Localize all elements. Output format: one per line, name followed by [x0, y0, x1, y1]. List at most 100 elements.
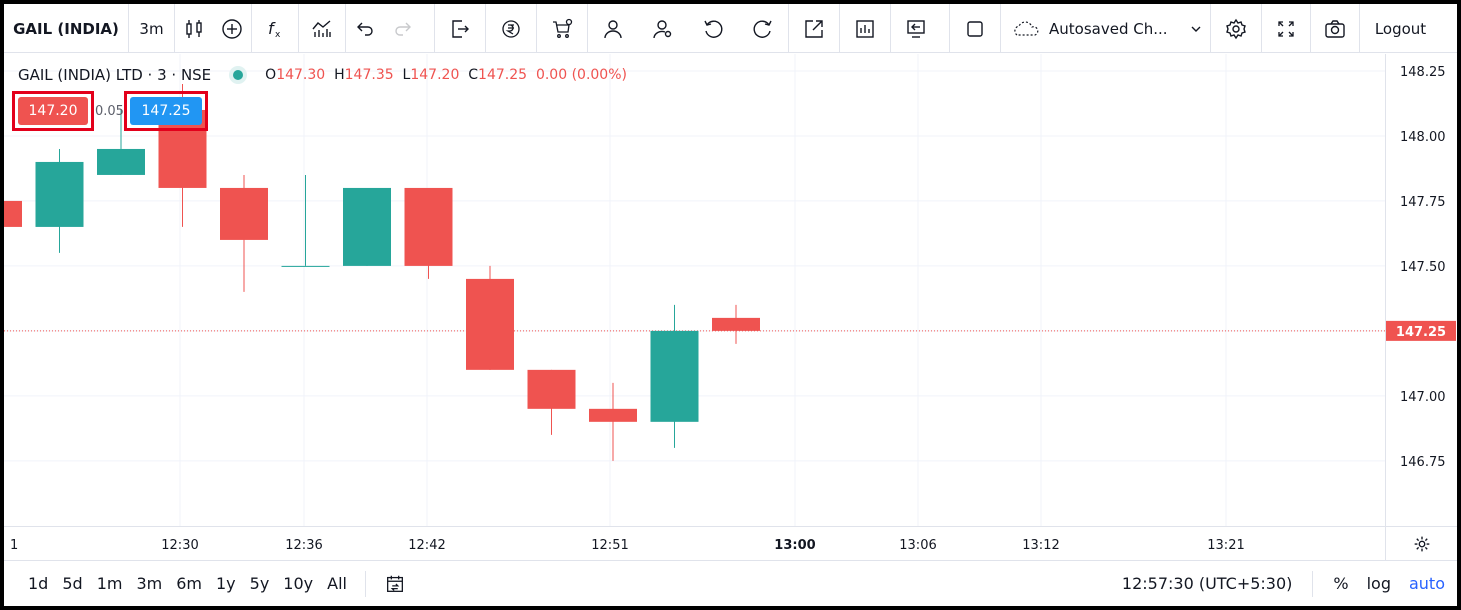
gear-icon — [1226, 18, 1246, 39]
user-settings-icon — [653, 19, 672, 38]
sell-highlight: 147.20 — [12, 91, 94, 131]
refresh-button[interactable] — [738, 4, 788, 53]
popout-button[interactable] — [789, 4, 839, 53]
candle-body — [466, 278, 514, 370]
redo-icon — [395, 22, 411, 36]
bottom-toolbar: 1d 5d 1m 3m 6m 1y 5y 10y All 12:57:30 (U… — [4, 560, 1457, 606]
chart-type-button[interactable] — [175, 4, 213, 53]
range-all[interactable]: All — [327, 574, 347, 593]
fx-icon: fx — [268, 19, 281, 40]
time-tick: 13:00 — [774, 538, 815, 553]
candlestick-chart[interactable] — [4, 54, 1385, 526]
time-tick-edge: 1 — [10, 538, 18, 553]
price-tick: 147.75 — [1400, 195, 1446, 210]
fullscreen-button[interactable] — [1262, 4, 1310, 53]
candle — [343, 187, 391, 266]
spread-value: 0.05 — [95, 104, 124, 119]
undo-button[interactable] — [346, 4, 384, 53]
time-tick: 13:12 — [1022, 538, 1059, 553]
time-tick: 12:36 — [285, 538, 322, 553]
scale-settings-button[interactable] — [1385, 526, 1457, 560]
candle-body — [650, 330, 699, 422]
goto-date-icon[interactable] — [384, 573, 406, 595]
popout-icon — [805, 19, 823, 38]
range-5y[interactable]: 5y — [250, 574, 270, 593]
rupee-button[interactable] — [486, 4, 536, 53]
settings-button[interactable] — [1211, 4, 1261, 53]
fullscreen-icon — [1278, 20, 1294, 37]
time-scale[interactable]: 1 12:30 12:36 12:42 12:51 13:00 13:06 13:12 13:… — [4, 526, 1385, 560]
export-button[interactable] — [435, 4, 485, 53]
refresh-icon — [753, 20, 772, 38]
symbol-search-button[interactable]: GAIL (INDIA) — [4, 4, 129, 53]
legend-ohlc: O147.30 H147.35 L147.20 C147.25 0.00 (0.… — [265, 67, 627, 83]
buy-highlight: 147.25 — [124, 91, 208, 131]
templates-button[interactable] — [299, 4, 345, 53]
candles-icon — [186, 19, 202, 38]
range-6m[interactable]: 6m — [176, 574, 202, 593]
symbol-legend: GAIL (INDIA) LTD · 3 · NSE O147.30 H147.… — [18, 66, 627, 84]
open-label: O — [265, 67, 277, 83]
high-value: 147.35 — [344, 67, 394, 83]
account-button[interactable] — [588, 4, 638, 53]
range-1m[interactable]: 1m — [97, 574, 123, 593]
plus-circle-icon — [222, 18, 242, 39]
price-tick: 147.00 — [1400, 390, 1446, 405]
account-settings-button[interactable] — [638, 4, 688, 53]
price-tick: 148.00 — [1400, 130, 1446, 145]
market-status-dot — [233, 70, 244, 80]
close-value: 147.25 — [478, 67, 528, 83]
layout-name-label: Autosaved Ch... — [1049, 19, 1168, 38]
candle-body — [527, 369, 576, 409]
data-window-button[interactable] — [840, 4, 890, 53]
svg-text:x: x — [275, 30, 281, 40]
range-1d[interactable]: 1d — [28, 574, 48, 593]
screenshot-button[interactable] — [1311, 4, 1359, 53]
price-scale[interactable]: 148.25 148.00 147.75 147.50 147.25 147.00 146.… — [1385, 54, 1457, 526]
interval-button[interactable]: 3m — [129, 4, 175, 53]
candle — [220, 174, 268, 292]
candle — [404, 187, 453, 279]
time-tick: 12:51 — [591, 538, 628, 553]
screen-icon — [907, 19, 925, 38]
buy-button[interactable]: 147.25 — [130, 97, 202, 125]
export-icon — [452, 19, 469, 38]
layout-name-button[interactable]: Autosaved Ch... — [1001, 4, 1211, 53]
chart-templates-icon — [312, 19, 331, 37]
candle — [712, 304, 760, 344]
sell-button[interactable]: 147.20 — [18, 97, 88, 125]
range-5d[interactable]: 5d — [62, 574, 82, 593]
candle-body — [281, 265, 330, 267]
close-label: C — [468, 67, 479, 83]
cart-icon — [553, 18, 573, 38]
open-value: 147.30 — [276, 67, 326, 83]
log-toggle[interactable]: log — [1367, 574, 1391, 593]
auto-toggle[interactable]: auto — [1409, 574, 1445, 593]
chart-pane[interactable]: GAIL (INDIA) LTD · 3 · NSE O147.30 H147.… — [4, 54, 1385, 526]
candle-body — [404, 187, 453, 266]
change-value: 0.00 (0.00%) — [535, 67, 627, 83]
range-10y[interactable]: 10y — [283, 574, 313, 593]
square-icon — [967, 20, 983, 37]
layout-select-button[interactable] — [950, 4, 1000, 53]
bottom-right-controls: 12:57:30 (UTC+5:30) % log auto — [1122, 570, 1457, 597]
logout-button[interactable]: Logout — [1359, 4, 1441, 53]
compare-button[interactable] — [213, 4, 251, 53]
last-price-label: 147.25 — [1396, 325, 1446, 340]
range-1y[interactable]: 1y — [216, 574, 236, 593]
cart-button[interactable] — [537, 4, 587, 53]
candle — [650, 304, 699, 448]
percent-toggle[interactable]: % — [1333, 574, 1348, 593]
candle-body — [35, 161, 84, 227]
time-tick: 12:30 — [161, 538, 198, 553]
indicators-button[interactable]: fx — [252, 4, 298, 53]
time-tick: 13:06 — [899, 538, 936, 553]
range-3m[interactable]: 3m — [136, 574, 162, 593]
clock-display[interactable]: 12:57:30 (UTC+5:30) — [1122, 574, 1292, 593]
price-tick: 147.50 — [1400, 260, 1446, 275]
candle — [589, 382, 637, 461]
screen-button[interactable] — [891, 4, 941, 53]
candle-body — [97, 148, 145, 175]
redo-button[interactable] — [384, 4, 422, 53]
reset-button[interactable] — [688, 4, 738, 53]
